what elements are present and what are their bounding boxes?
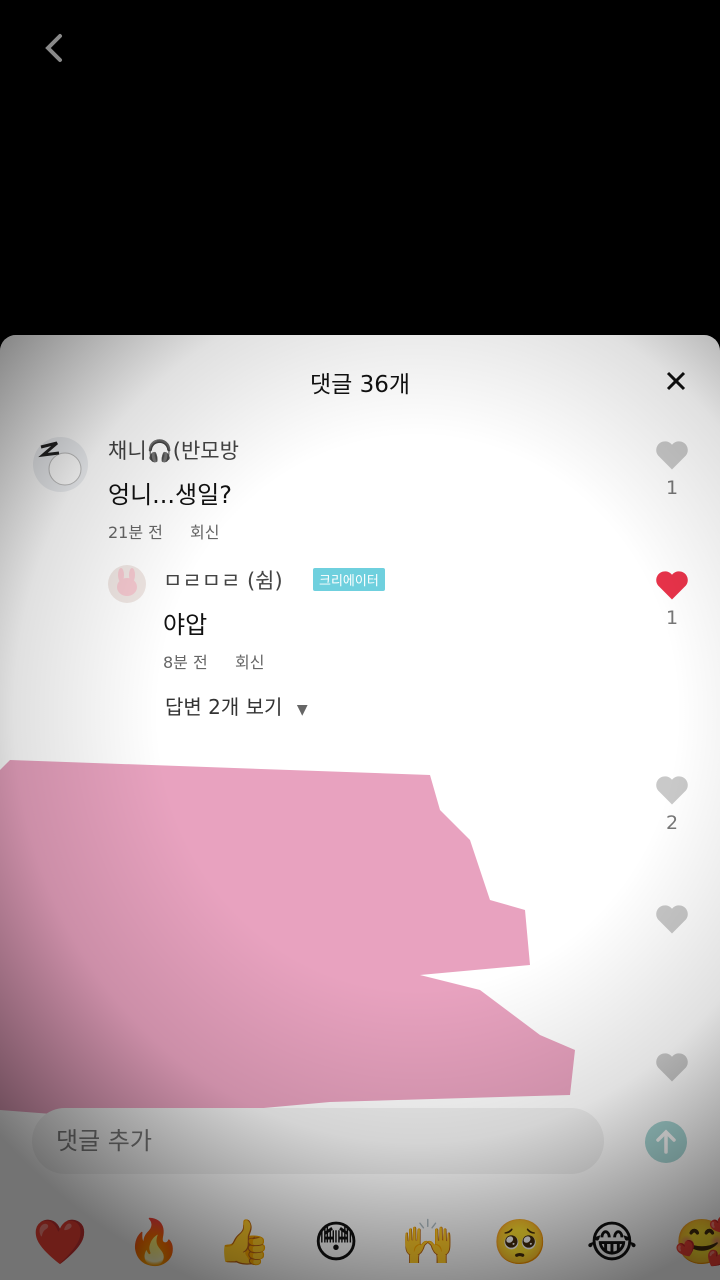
emoji-thumbs-up[interactable]: 👍 [214,1215,274,1271]
like-button[interactable] [652,901,692,935]
view-replies-label: 답변 2개 보기 [165,695,283,719]
heart-icon [656,441,688,470]
emoji-smiling-hearts[interactable]: 🥰 [672,1215,720,1271]
heart-filled-icon [656,571,688,600]
like-count: 1 [665,477,679,499]
comment-time: 21분 전 [108,523,163,542]
reply-button[interactable]: 회신 [235,649,264,673]
comment-input[interactable] [32,1108,576,1174]
reply-text: 야압 [163,611,208,639]
view-replies-button[interactable]: 답변 2개 보기 ▼ [165,691,308,720]
like-count: 2 [665,812,679,834]
like-button[interactable]: 1 [652,567,692,629]
redaction-scribble [0,760,575,1120]
emoji-fire[interactable]: 🔥 [124,1215,184,1271]
like-button[interactable]: 1 [652,437,692,499]
avatar[interactable] [108,565,146,603]
emoji-heart[interactable]: ❤️ [30,1215,90,1271]
emoji-flushed[interactable]: 😳 [306,1215,366,1271]
creator-badge: 크리에이터 [313,568,385,591]
comments-sheet: 댓글 36개 채니🎧(반모방 엉니...생일? 21분 전 회신 1 ㅁㄹㅁㄹ … [0,335,720,1280]
arrow-up-icon [656,1129,676,1154]
like-button[interactable]: 2 [652,772,692,834]
emoji-joy[interactable]: 😂 [582,1215,642,1271]
avatar[interactable] [33,437,88,492]
close-button[interactable] [660,365,692,397]
back-button[interactable] [36,28,72,68]
close-icon [666,371,686,391]
chevron-left-icon [45,34,62,62]
comment-text: 엉니...생일? [108,481,232,509]
comment-username[interactable]: 채니🎧(반모방 [108,435,239,465]
comment-input-container [32,1108,604,1174]
emoji-bar: ❤️ 🔥 👍 😳 🙌 🥺 😂 🥰 [0,1205,720,1280]
reply-time: 8분 전 [163,653,208,672]
like-button[interactable] [652,1049,692,1083]
sheet-title: 댓글 36개 [309,372,411,398]
reply-button[interactable]: 회신 [190,519,219,543]
heart-icon [656,1053,688,1082]
emoji-raised-hands[interactable]: 🙌 [398,1215,458,1271]
reply-username[interactable]: ㅁㄹㅁㄹ (쉼) [163,565,283,595]
heart-icon [656,776,688,805]
like-count: 1 [665,607,679,629]
send-button[interactable] [645,1121,687,1163]
heart-icon [656,905,688,934]
caret-down-icon: ▼ [296,702,308,718]
emoji-pleading[interactable]: 🥺 [490,1215,550,1271]
